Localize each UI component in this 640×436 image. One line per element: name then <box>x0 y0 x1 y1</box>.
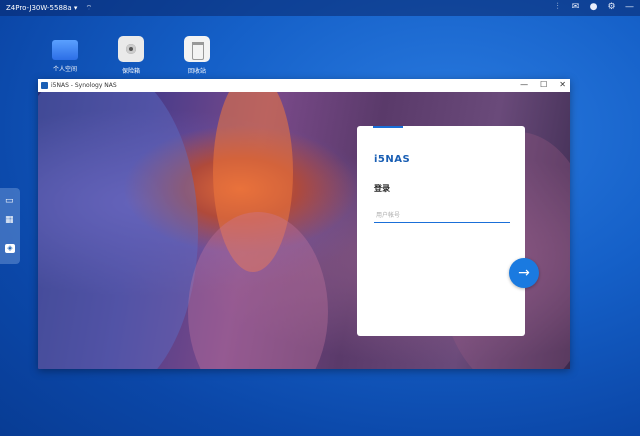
nas-window: i5NAS - Synology NAS — ☐ ✕ i5NAS 登录 → <box>38 79 570 369</box>
safe-icon <box>118 36 144 62</box>
device-name: Z4Pro-J30W-5588a <box>6 4 72 12</box>
login-card: i5NAS 登录 <box>357 126 525 336</box>
folder-icon <box>52 40 78 60</box>
trash-icon <box>184 36 210 62</box>
next-button[interactable]: → <box>509 258 539 288</box>
drive-icon[interactable]: ▭ <box>5 197 15 206</box>
canyon-shape <box>38 92 198 369</box>
device-name-dropdown[interactable]: Z4Pro-J30W-5588a ▾ ⌔ <box>6 4 92 13</box>
canyon-shape <box>188 212 328 369</box>
top-taskbar: Z4Pro-J30W-5588a ▾ ⌔ ⫶ ✉ ● ⚙ — <box>0 0 640 16</box>
card-accent-line <box>373 126 403 128</box>
nas-app-icon[interactable]: ◈ <box>5 244 15 253</box>
username-input[interactable] <box>374 208 510 223</box>
mail-icon[interactable]: ✉ <box>571 3 580 12</box>
sliders-icon[interactable]: ⫶ <box>553 3 562 12</box>
app-icon <box>41 82 48 89</box>
minus-icon[interactable]: — <box>625 3 634 12</box>
side-dock: ▭ ▦ ◈ <box>0 188 20 264</box>
gear-icon[interactable]: ⚙ <box>607 3 616 12</box>
maximize-button[interactable]: ☐ <box>540 80 547 89</box>
chevron-down-icon: ▾ <box>73 4 78 12</box>
desktop-icon-safe[interactable]: 保险箱 <box>111 36 151 75</box>
desktop-icon-label: 保险箱 <box>121 68 140 75</box>
desktop-icon-recycle-bin[interactable]: 回收站 <box>177 36 217 75</box>
minimize-button[interactable]: — <box>520 80 528 89</box>
apps-grid-icon[interactable]: ▦ <box>5 216 15 225</box>
window-titlebar[interactable]: i5NAS - Synology NAS — ☐ ✕ <box>38 79 570 92</box>
wifi-icon: ⌔ <box>85 4 93 12</box>
login-background: i5NAS 登录 → <box>38 92 570 369</box>
arrow-right-icon: → <box>518 265 530 281</box>
desktop-icon-label: 回收站 <box>187 68 206 75</box>
window-title: i5NAS - Synology NAS <box>51 82 117 89</box>
desktop-icon-personal-space[interactable]: 个人空间 <box>45 36 85 73</box>
brand-logo: i5NAS <box>374 154 411 165</box>
desktop-icon-label: 个人空间 <box>52 66 77 73</box>
close-button[interactable]: ✕ <box>559 80 566 89</box>
login-heading: 登录 <box>374 184 390 193</box>
user-icon[interactable]: ● <box>589 3 598 12</box>
